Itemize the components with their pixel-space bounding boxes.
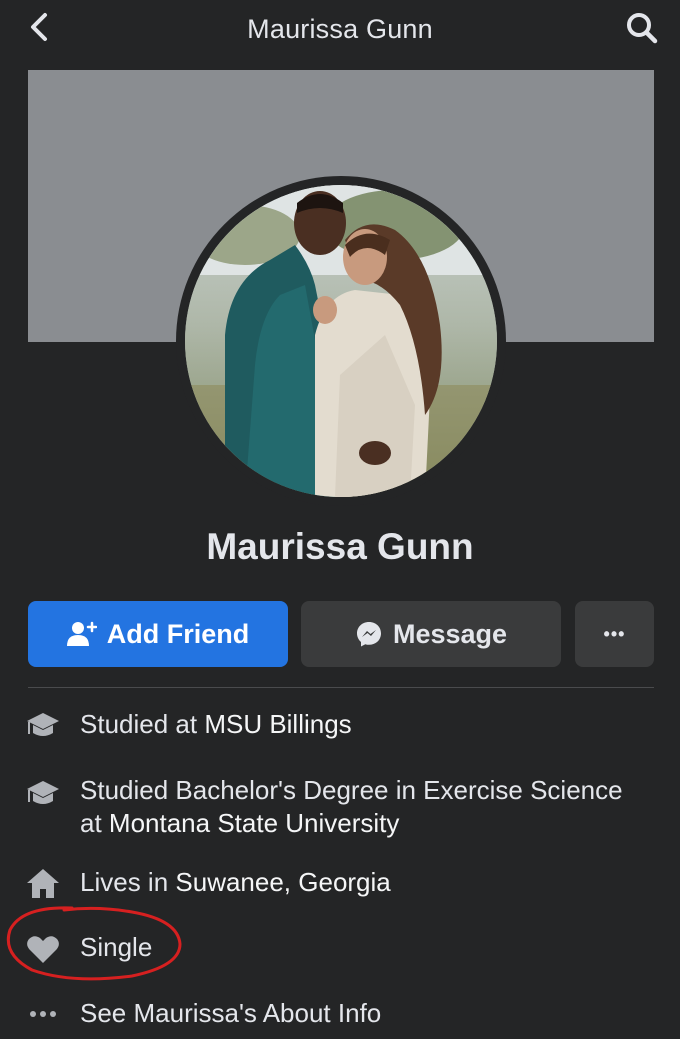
divider [28,687,654,688]
intro-item-hometown[interactable]: Lives in Suwanee, Georgia [0,866,680,902]
search-button[interactable] [622,8,662,48]
header-title: Maurissa Gunn [247,13,433,44]
profile-picture[interactable] [185,185,497,497]
intro-item-education-1[interactable]: Studied at MSU Billings [0,706,680,746]
more-dots-icon [26,997,60,1031]
more-dots-icon: ••• [603,623,626,644]
intro-text: Lives in Suwanee, Georgia [80,866,640,899]
message-button[interactable]: Message [301,601,561,667]
intro-highlight[interactable]: Montana State University [109,808,399,838]
graduation-cap-icon [26,776,60,810]
more-options-button[interactable]: ••• [575,601,654,667]
intro-item-education-2[interactable]: Studied Bachelor's Degree in Exercise Sc… [0,774,680,844]
search-icon [627,13,658,44]
back-button[interactable] [22,10,56,44]
profile-photo-image [185,185,497,497]
profile-picture-frame[interactable] [176,176,506,506]
intro-highlight[interactable]: MSU Billings [204,709,351,739]
chevron-left-icon [31,13,47,41]
messenger-icon [356,622,381,647]
see-about-info-label: See Maurissa's About Info [80,998,382,1028]
intro-highlight[interactable]: Suwanee, Georgia [175,867,390,897]
add-friend-icon [66,621,97,646]
red-circle-annotation [6,906,182,981]
intro-prefix: Lives in [80,867,176,897]
message-label: Message [392,618,508,649]
profile-name: Maurissa Gunn [206,526,474,567]
add-friend-button[interactable]: Add Friend [28,601,288,667]
home-icon [26,866,60,900]
intro-text: Studied at MSU Billings [80,708,640,741]
see-about-info[interactable]: See Maurissa's About Info [0,997,680,1033]
intro-text: Studied Bachelor's Degree in Exercise Sc… [80,774,640,840]
graduation-cap-icon [26,708,60,742]
add-friend-label: Add Friend [106,618,250,649]
intro-prefix: Studied at [80,709,205,739]
top-bar: Maurissa Gunn [0,0,680,58]
